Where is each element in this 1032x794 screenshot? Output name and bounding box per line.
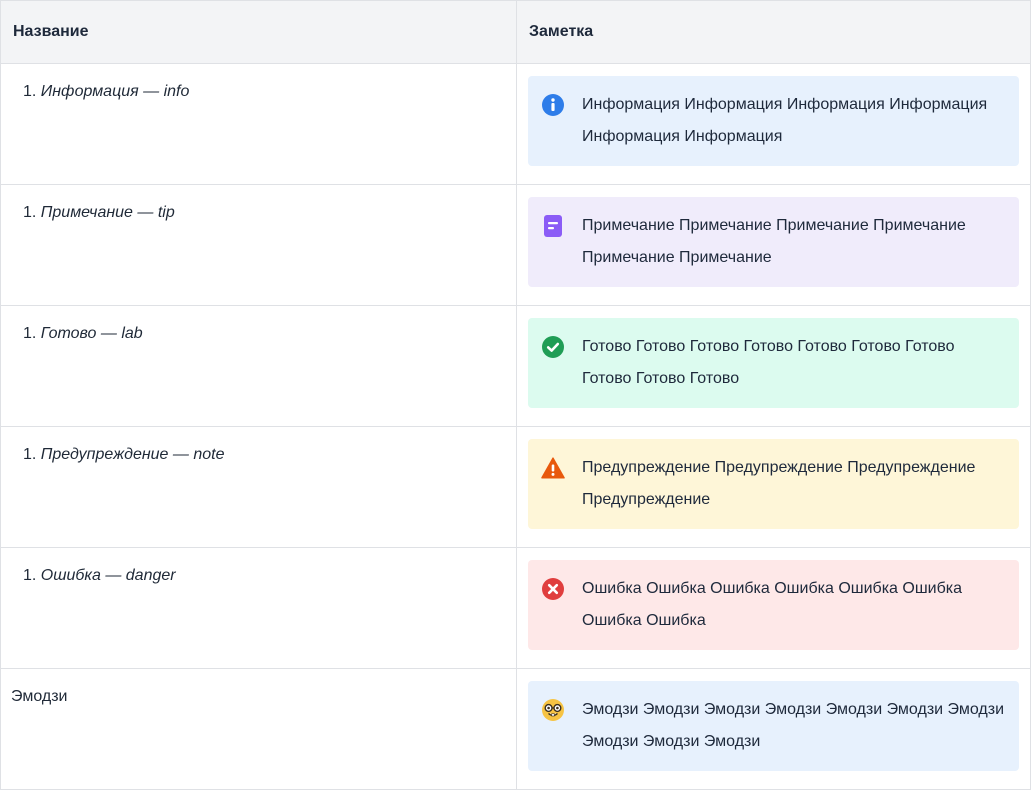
note-cell: Примечание Примечание Примечание Примеча…: [516, 184, 1031, 306]
name-cell: 1. Информация — info: [0, 63, 517, 185]
list-number: 1.: [23, 83, 41, 100]
row-name: Информация — info: [40, 83, 190, 100]
admonition-danger: Ошибка Ошибка Ошибка Ошибка Ошибка Ошибк…: [528, 560, 1019, 650]
note-cell: Предупреждение Предупреждение Предупрежд…: [516, 426, 1031, 548]
list-number: 1.: [23, 567, 41, 584]
table-row: 1. Ошибка — danger Ошибка Ошибка Ошибка …: [0, 547, 1031, 669]
table-row: 1. Информация — info Информация Информац…: [0, 63, 1031, 185]
admonition-text: Информация Информация Информация Информа…: [582, 96, 988, 145]
admonition-text: Предупреждение Предупреждение Предупрежд…: [582, 459, 976, 508]
admonition-table: Название Заметка 1. Информация — info Ин…: [0, 0, 1031, 790]
warning-triangle-icon: [541, 456, 565, 480]
admonition-tip: Примечание Примечание Примечание Примеча…: [528, 197, 1019, 287]
error-circle-icon: [541, 577, 565, 601]
row-name: Ошибка — danger: [40, 567, 176, 584]
table-header-row: Название Заметка: [0, 0, 1031, 64]
row-name: Готово — lab: [40, 325, 143, 342]
note-cell: Информация Информация Информация Информа…: [516, 63, 1031, 185]
table-row: 1. Примечание — tip Примечание Примечани…: [0, 184, 1031, 306]
table-row: Эмодзи Эмодзи Эмодзи Эмодзи Эмодзи Эмодз…: [0, 668, 1031, 790]
info-icon: [541, 93, 565, 117]
admonition-emoji: Эмодзи Эмодзи Эмодзи Эмодзи Эмодзи Эмодз…: [528, 681, 1019, 771]
header-note: Заметка: [516, 0, 1031, 64]
admonition-note: Предупреждение Предупреждение Предупрежд…: [528, 439, 1019, 529]
check-circle-icon: [541, 335, 565, 359]
note-page-icon: [541, 214, 565, 238]
row-name: Эмодзи: [11, 688, 68, 705]
name-cell: 1. Ошибка — danger: [0, 547, 517, 669]
list-number: 1.: [23, 446, 41, 463]
admonition-text: Ошибка Ошибка Ошибка Ошибка Ошибка Ошибк…: [582, 580, 963, 629]
name-cell: 1. Готово — lab: [0, 305, 517, 427]
table-row: 1. Готово — lab Готово Готово Готово Гот…: [0, 305, 1031, 427]
admonition-text: Готово Готово Готово Готово Готово Готов…: [582, 338, 955, 387]
admonition-text: Примечание Примечание Примечание Примеча…: [582, 217, 966, 266]
table-row: 1. Предупреждение — note Предупреждение …: [0, 426, 1031, 548]
name-cell: 1. Предупреждение — note: [0, 426, 517, 548]
name-cell: Эмодзи: [0, 668, 517, 790]
name-cell: 1. Примечание — tip: [0, 184, 517, 306]
row-name: Предупреждение — note: [40, 446, 225, 463]
admonition-text: Эмодзи Эмодзи Эмодзи Эмодзи Эмодзи Эмодз…: [582, 701, 1005, 750]
list-number: 1.: [23, 325, 41, 342]
nerd-face-emoji-icon: [541, 698, 565, 722]
row-name: Примечание — tip: [40, 204, 175, 221]
list-number: 1.: [23, 204, 41, 221]
note-cell: Ошибка Ошибка Ошибка Ошибка Ошибка Ошибк…: [516, 547, 1031, 669]
note-cell: Эмодзи Эмодзи Эмодзи Эмодзи Эмодзи Эмодз…: [516, 668, 1031, 790]
admonition-lab: Готово Готово Готово Готово Готово Готов…: [528, 318, 1019, 408]
admonition-info: Информация Информация Информация Информа…: [528, 76, 1019, 166]
note-cell: Готово Готово Готово Готово Готово Готов…: [516, 305, 1031, 427]
header-name: Название: [0, 0, 517, 64]
